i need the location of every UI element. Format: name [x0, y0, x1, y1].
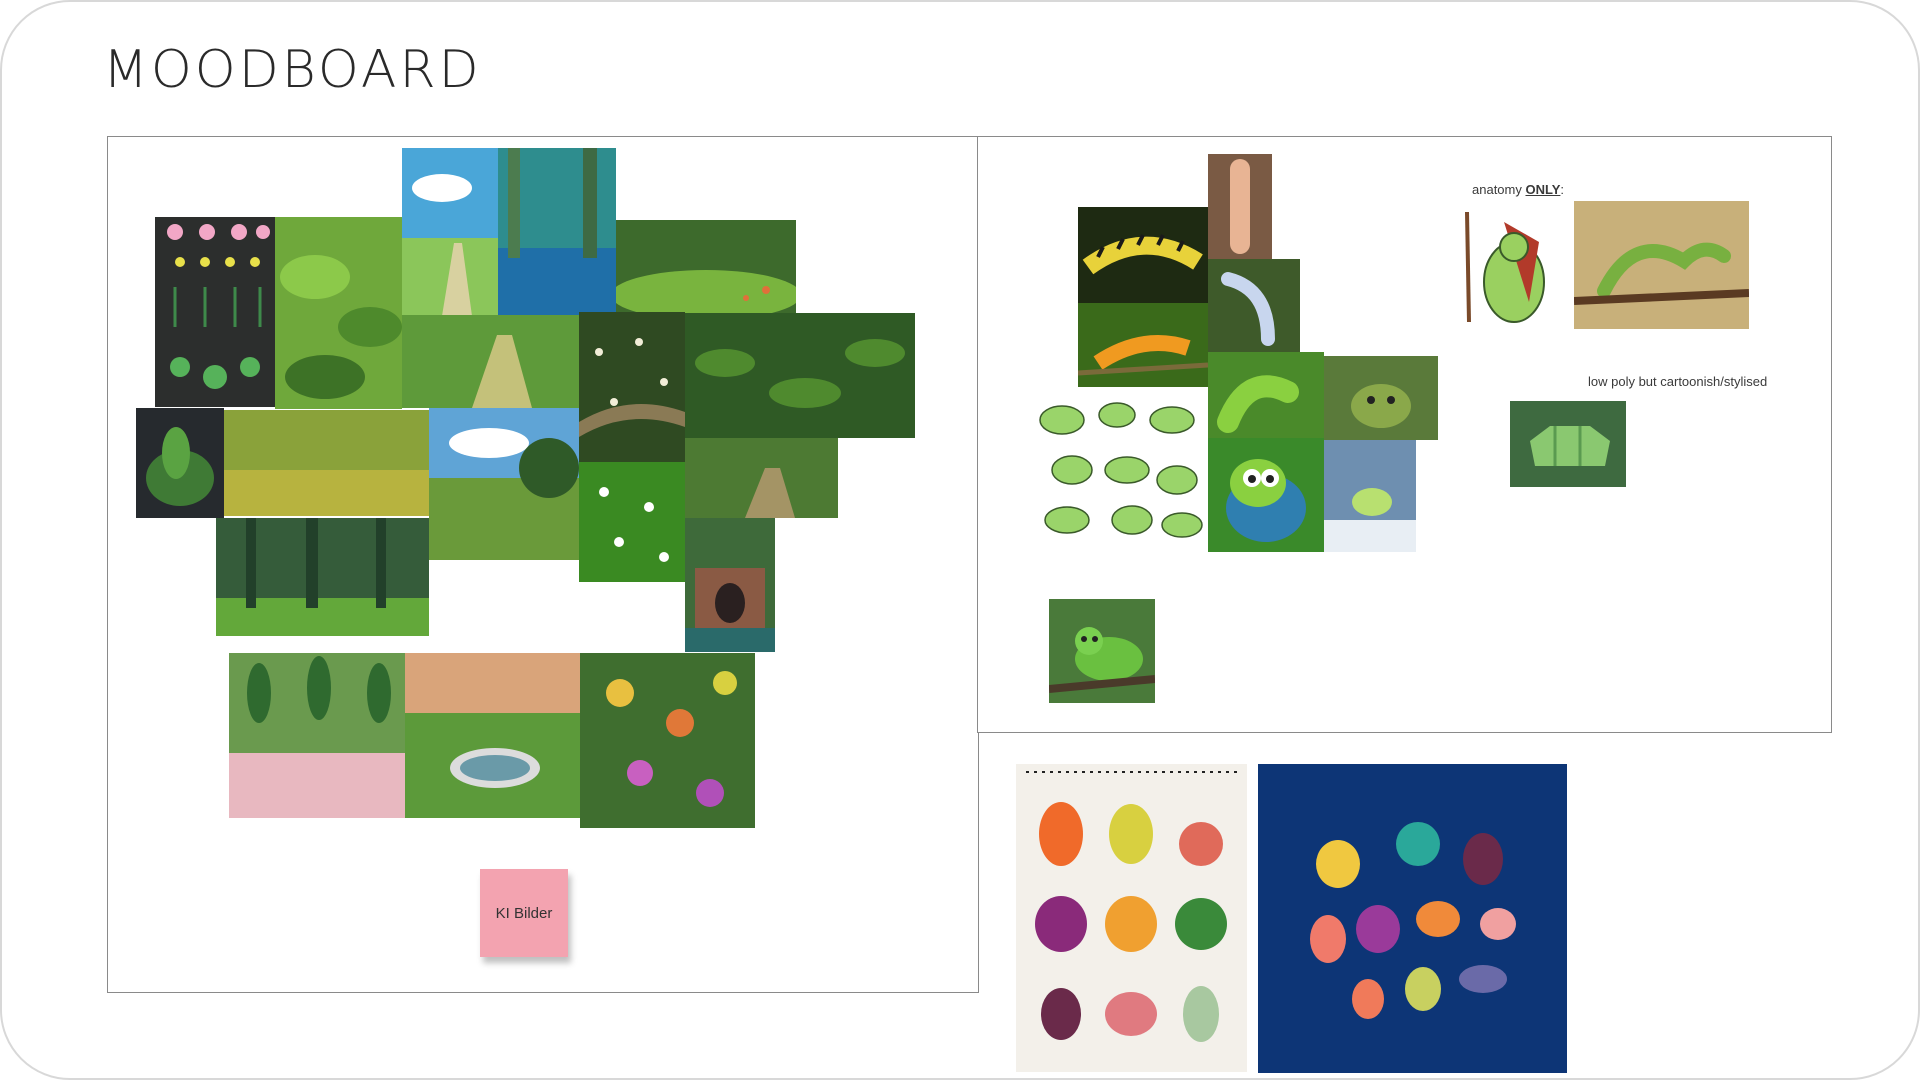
caterpillar-face-image[interactable]: [1324, 356, 1438, 440]
slide-title: MOODBOARD: [103, 40, 482, 100]
dense-leaves-image[interactable]: [685, 313, 915, 438]
style-note-label: low poly but cartoonish/stylised: [1588, 374, 1768, 389]
green-caterpillar-closeup-image[interactable]: [1208, 352, 1324, 438]
garden-beds-image[interactable]: [229, 653, 405, 818]
anatomy-suffix-text: :: [1560, 182, 1565, 197]
flower-sprite-sheet-image[interactable]: [155, 217, 275, 407]
anatomy-prefix-text: anatomy: [1472, 182, 1526, 197]
stone-archway-image[interactable]: [685, 518, 775, 652]
stylised-bush-image[interactable]: [136, 408, 224, 518]
low-poly-caterpillar-image[interactable]: [1510, 401, 1626, 487]
cartoon-caterpillar-image[interactable]: [1208, 438, 1324, 552]
stylised-caterpillar-image[interactable]: [1049, 599, 1155, 703]
vegetable-sketchbook-image[interactable]: [1016, 764, 1247, 1072]
mushroom-roots-image[interactable]: [579, 312, 685, 462]
caterpillar-sticker-sheet-image[interactable]: [1032, 390, 1208, 550]
vegetable-characters-image[interactable]: [1258, 764, 1567, 1073]
slide: MOODBOARD KI Bilder anatomy ONLY: low po…: [0, 0, 1920, 1080]
ki-bilder-sticky-note[interactable]: KI Bilder: [480, 869, 568, 957]
blue-white-caterpillar-image[interactable]: [1208, 259, 1300, 352]
anime-hillside-image[interactable]: [429, 408, 579, 560]
swallowtail-caterpillar-image[interactable]: [1078, 207, 1208, 303]
anime-meadow-sky-image[interactable]: [402, 148, 498, 316]
lily-pad-forest-image[interactable]: [275, 217, 402, 409]
anatomy-only-label: anatomy ONLY:: [1472, 182, 1564, 197]
forest-pond-image[interactable]: [498, 148, 616, 316]
anatomy-emphasis-text: ONLY: [1525, 182, 1561, 197]
fuzzy-caterpillar-image[interactable]: [1324, 440, 1416, 552]
forest-path-image[interactable]: [402, 315, 579, 408]
caterpillar-character-illustration[interactable]: [1449, 202, 1574, 328]
forest-trail-image[interactable]: [685, 438, 838, 518]
flower-garden-image[interactable]: [580, 653, 755, 828]
hairy-caterpillar-image[interactable]: [1208, 154, 1272, 259]
forest-clearing-image[interactable]: [616, 220, 796, 315]
tall-grass-image[interactable]: [224, 410, 429, 516]
orange-caterpillar-image[interactable]: [1078, 303, 1208, 387]
pine-forest-image[interactable]: [216, 518, 429, 636]
inchworm-photo[interactable]: [1574, 201, 1749, 329]
clover-patch-image[interactable]: [579, 462, 685, 582]
garden-pool-image[interactable]: [405, 653, 580, 818]
